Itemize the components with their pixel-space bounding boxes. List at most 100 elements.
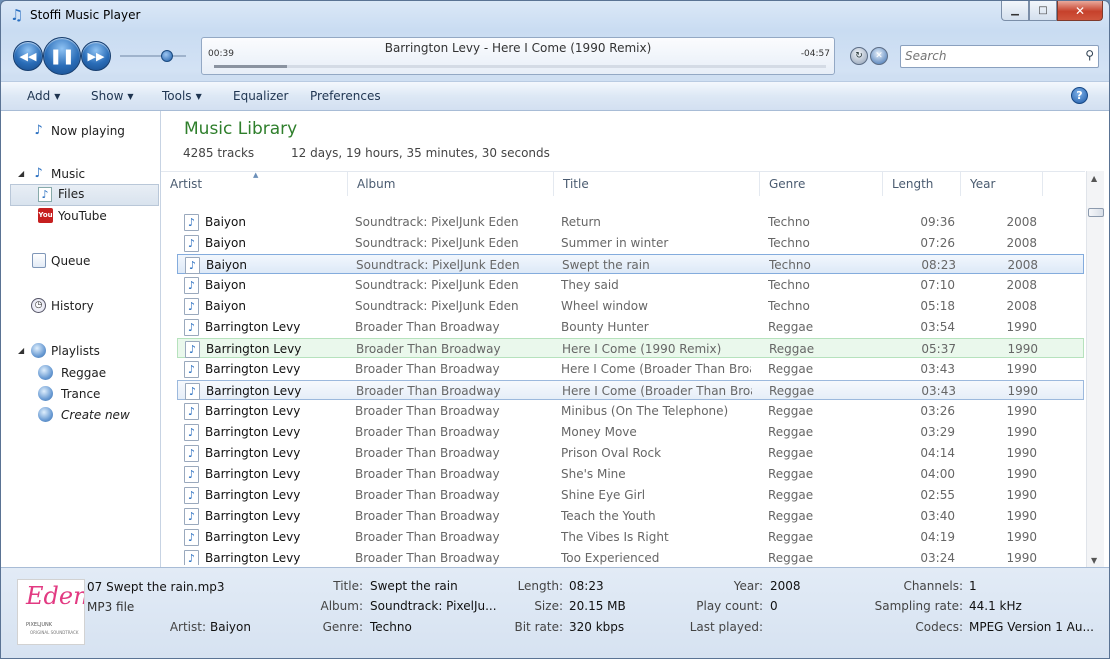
cell-album: Broader Than Broadway (356, 384, 501, 398)
table-row[interactable]: ♪ Barrington Levy Broader Than Broadway Her… (177, 380, 1084, 400)
cover-subtitle-2: ORIGINAL SOUNDTRACK (30, 630, 79, 635)
scrollbar-thumb[interactable] (1088, 208, 1104, 217)
scroll-up-icon[interactable]: ▲ (1091, 174, 1097, 183)
table-row[interactable]: ♪ Baiyon Soundtrack: PixelJunk Eden Summer … (177, 233, 1084, 253)
cell-year: 1990 (1006, 320, 1037, 334)
lastplayed-label: Last played: (689, 620, 763, 634)
table-row[interactable]: ♪ Barrington Levy Broader Than Broadway The… (177, 527, 1084, 547)
music-file-icon: ♪ (184, 214, 199, 231)
codecs-label: Codecs: (915, 620, 963, 634)
cell-album: Broader Than Broadway (355, 362, 500, 376)
cell-length: 03:40 (920, 509, 955, 523)
table-row[interactable]: ♪ Baiyon Soundtrack: PixelJunk Eden Swept t… (177, 254, 1084, 274)
search-input[interactable] (905, 48, 1075, 64)
cell-title: Shine Eye Girl (561, 488, 646, 502)
music-note-icon: ♫ (10, 6, 24, 24)
nav-now-playing[interactable]: ♪ Now playing (1, 121, 160, 141)
cell-year: 1990 (1006, 509, 1037, 523)
table-row[interactable]: ♪ Barrington Levy Broader Than Broadway Min… (177, 401, 1084, 421)
nav-files-label: Files (58, 187, 85, 201)
seek-bar[interactable] (214, 65, 826, 68)
column-header-length[interactable]: Length (883, 172, 961, 196)
menu-preferences[interactable]: Preferences (310, 89, 381, 103)
column-header-artist[interactable]: ▲ Artist (161, 171, 348, 196)
cell-year: 1990 (1007, 384, 1038, 398)
table-row[interactable]: ♪ Barrington Levy Broader Than Broadway Too… (177, 548, 1084, 565)
close-button[interactable]: ✕ (1057, 1, 1103, 21)
nav-youtube[interactable]: You YouTube (1, 206, 160, 226)
table-row[interactable]: ♪ Barrington Levy Broader Than Broadway Her… (177, 359, 1084, 379)
table-row[interactable]: ♪ Barrington Levy Broader Than Broadway Mon… (177, 422, 1084, 442)
music-file-icon: ♪ (184, 508, 199, 525)
title-bar: ♫ Stoffi Music Player ▁ □ ✕ (1, 1, 1109, 31)
cell-length: 03:26 (920, 404, 955, 418)
table-row[interactable]: ♪ Baiyon Soundtrack: PixelJunk Eden They sa… (177, 275, 1084, 295)
genre-label: Genre: (322, 620, 363, 634)
repeat-button[interactable]: ↻ (850, 47, 868, 65)
cell-artist: Barrington Levy (205, 404, 301, 418)
table-row[interactable]: ♪ Barrington Levy Broader Than Broadway She… (177, 464, 1084, 484)
cell-year: 1990 (1006, 425, 1037, 439)
menu-tools[interactable]: Tools ▼ (162, 89, 202, 103)
table-row[interactable]: ♪ Barrington Levy Broader Than Broadway Shi… (177, 485, 1084, 505)
volume-knob[interactable] (161, 50, 174, 62)
nav-playlists[interactable]: ◢ . Playlists (1, 341, 160, 361)
search-icon[interactable]: ⚲ (1085, 48, 1094, 62)
column-header-year[interactable]: Year (961, 172, 1043, 196)
menu-add[interactable]: Add ▼ (27, 89, 60, 103)
cell-length: 09:36 (920, 215, 955, 229)
music-file-icon: ♪ (185, 383, 200, 400)
rewind-icon: ◀◀ (19, 49, 37, 63)
shuffle-button[interactable]: ✕ (870, 47, 888, 65)
expand-triangle-icon[interactable]: ◢ (18, 169, 24, 178)
nav-playlist-reggae[interactable]: . Reggae (1, 363, 160, 383)
help-icon[interactable]: ? (1071, 87, 1088, 104)
nav-queue[interactable]: . Queue (1, 251, 160, 271)
cell-title: Summer in winter (561, 236, 669, 250)
cell-album: Soundtrack: PixelJunk Eden (355, 278, 519, 292)
cell-artist: Barrington Levy (205, 320, 301, 334)
column-genre-label: Genre (769, 177, 806, 191)
column-header-title[interactable]: Title (554, 172, 760, 196)
cell-length: 03:43 (920, 362, 955, 376)
table-row[interactable]: ♪ Barrington Levy Broader Than Broadway Pri… (177, 443, 1084, 463)
cell-album: Broader Than Broadway (355, 446, 500, 460)
music-file-icon: ♪ (184, 277, 199, 294)
playback-bar: ◀◀ ❚❚ ▶▶ 00:39 Barrington Levy - Here I … (1, 31, 1109, 81)
previous-button[interactable]: ◀◀ (13, 41, 43, 71)
year-label: Year: (733, 579, 763, 593)
nav-history[interactable]: ◷ History (1, 296, 160, 316)
minimize-button[interactable]: ▁ (1001, 1, 1029, 21)
chevron-down-icon: ▼ (127, 92, 134, 101)
vertical-scrollbar[interactable]: ▲ ▼ (1086, 171, 1104, 567)
volume-slider[interactable] (120, 55, 186, 57)
cell-title: Minibus (On The Telephone) (561, 404, 729, 418)
maximize-button[interactable]: □ (1029, 1, 1057, 21)
cell-length: 04:19 (920, 530, 955, 544)
menu-equalizer[interactable]: Equalizer (233, 89, 288, 103)
cell-length: 05:37 (921, 342, 956, 356)
nav-music[interactable]: ◢ ♪ Music (1, 164, 160, 184)
column-header-genre[interactable]: Genre (760, 172, 883, 196)
nav-create-playlist[interactable]: . Create new (1, 405, 160, 425)
nav-files[interactable]: ♪ Files (10, 184, 159, 206)
table-row[interactable]: ♪ Baiyon Soundtrack: PixelJunk Eden Wheel w… (177, 296, 1084, 316)
cell-artist: Barrington Levy (205, 467, 301, 481)
expand-triangle-icon[interactable]: ◢ (18, 346, 24, 355)
table-row[interactable]: ♪ Barrington Levy Broader Than Broadway Tea… (177, 506, 1084, 526)
cell-title: Prison Oval Rock (561, 446, 662, 460)
cell-artist: Barrington Levy (206, 384, 302, 398)
music-file-icon: ♪ (185, 341, 200, 358)
play-pause-button[interactable]: ❚❚ (43, 37, 81, 75)
table-row[interactable]: ♪ Barrington Levy Broader Than Broadway Bou… (177, 317, 1084, 337)
table-row[interactable]: ♪ Barrington Levy Broader Than Broadway Her… (177, 338, 1084, 358)
cell-artist: Baiyon (205, 236, 246, 250)
cell-album: Broader Than Broadway (355, 320, 500, 334)
column-header-album[interactable]: Album (348, 172, 554, 196)
cell-genre: Reggae (768, 467, 814, 481)
scroll-down-icon[interactable]: ▼ (1091, 556, 1097, 565)
table-row[interactable]: ♪ Baiyon Soundtrack: PixelJunk Eden Return T… (177, 212, 1084, 232)
nav-playlist-trance[interactable]: . Trance (1, 384, 160, 404)
menu-show[interactable]: Show ▼ (91, 89, 134, 103)
next-button[interactable]: ▶▶ (81, 41, 111, 71)
